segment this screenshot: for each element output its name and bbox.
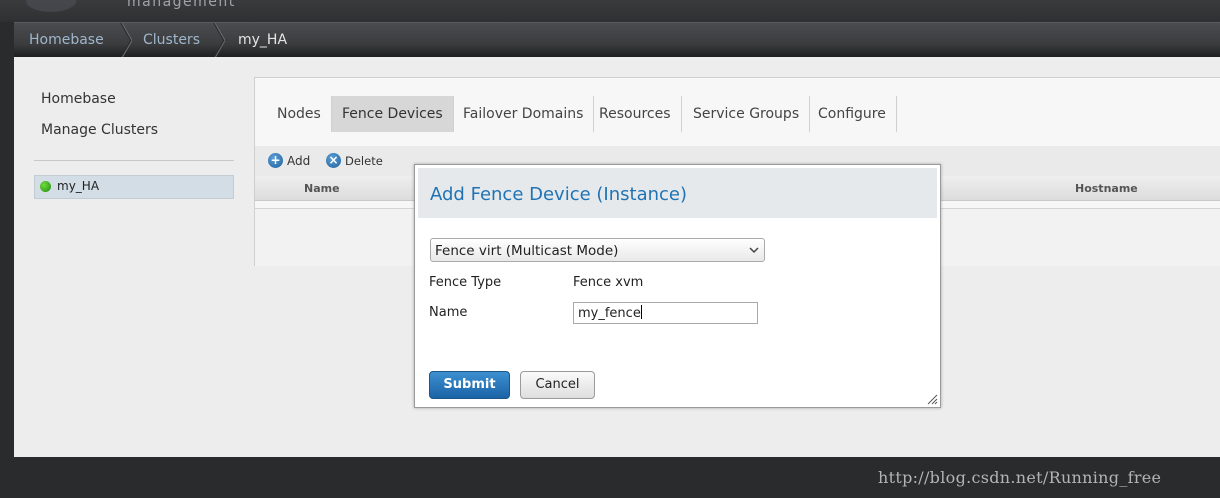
name-input[interactable]: my_fence (573, 302, 758, 324)
select-value: Fence virt (Multicast Mode) (435, 243, 619, 259)
add-button[interactable]: Add (287, 154, 310, 168)
name-input-value: my_fence (578, 306, 641, 321)
sidebar-divider (34, 160, 234, 161)
delete-button[interactable]: Delete (345, 154, 383, 168)
logo-text: management (127, 0, 236, 10)
tab-configure[interactable]: Configure (808, 96, 897, 132)
breadcrumb-homebase[interactable]: Homebase (29, 23, 104, 58)
tab-nodes[interactable]: Nodes (267, 96, 332, 132)
breadcrumb-current: my_HA (238, 32, 288, 48)
breadcrumb: Homebase Clusters my_HA (14, 22, 1220, 58)
name-label: Name (429, 305, 468, 320)
status-online-icon (40, 181, 51, 192)
submit-button[interactable]: Submit (429, 371, 510, 399)
add-icon[interactable]: + (268, 153, 283, 168)
breadcrumb-clusters[interactable]: Clusters (143, 23, 200, 58)
resize-grip-icon[interactable] (926, 393, 938, 405)
delete-icon[interactable]: × (326, 153, 341, 168)
fence-device-type-select[interactable]: Fence virt (Multicast Mode) (430, 238, 765, 262)
cancel-button[interactable]: Cancel (520, 371, 595, 399)
chevron-down-icon (749, 247, 759, 254)
tab-service-groups[interactable]: Service Groups (683, 96, 811, 132)
tab-resources[interactable]: Resources (589, 96, 682, 132)
breadcrumb-separator-icon (120, 23, 132, 58)
sidebar-cluster-item[interactable]: my_HA (34, 175, 234, 199)
watermark-text: http://blog.csdn.net/Running_free (878, 468, 1162, 487)
logo-icon (26, 0, 76, 12)
sidebar-link-homebase[interactable]: Homebase (41, 91, 116, 107)
text-caret (640, 305, 642, 319)
fence-type-label: Fence Type (429, 275, 502, 290)
breadcrumb-separator-icon (213, 23, 225, 58)
column-header-hostname[interactable]: Hostname (1075, 182, 1138, 195)
dialog-title: Add Fence Device (Instance) (430, 184, 688, 205)
top-header: management (0, 0, 1220, 22)
add-fence-device-dialog: Add Fence Device (Instance) Fence virt (… (414, 164, 941, 408)
dialog-header: Add Fence Device (Instance) (418, 168, 937, 218)
tab-fence-devices[interactable]: Fence Devices (332, 96, 454, 132)
sidebar-link-manage-clusters[interactable]: Manage Clusters (41, 122, 158, 138)
fence-type-value: Fence xvm (573, 275, 644, 290)
column-header-name[interactable]: Name (304, 182, 340, 195)
cluster-name: my_HA (57, 179, 100, 193)
tab-failover-domains[interactable]: Failover Domains (453, 96, 595, 132)
